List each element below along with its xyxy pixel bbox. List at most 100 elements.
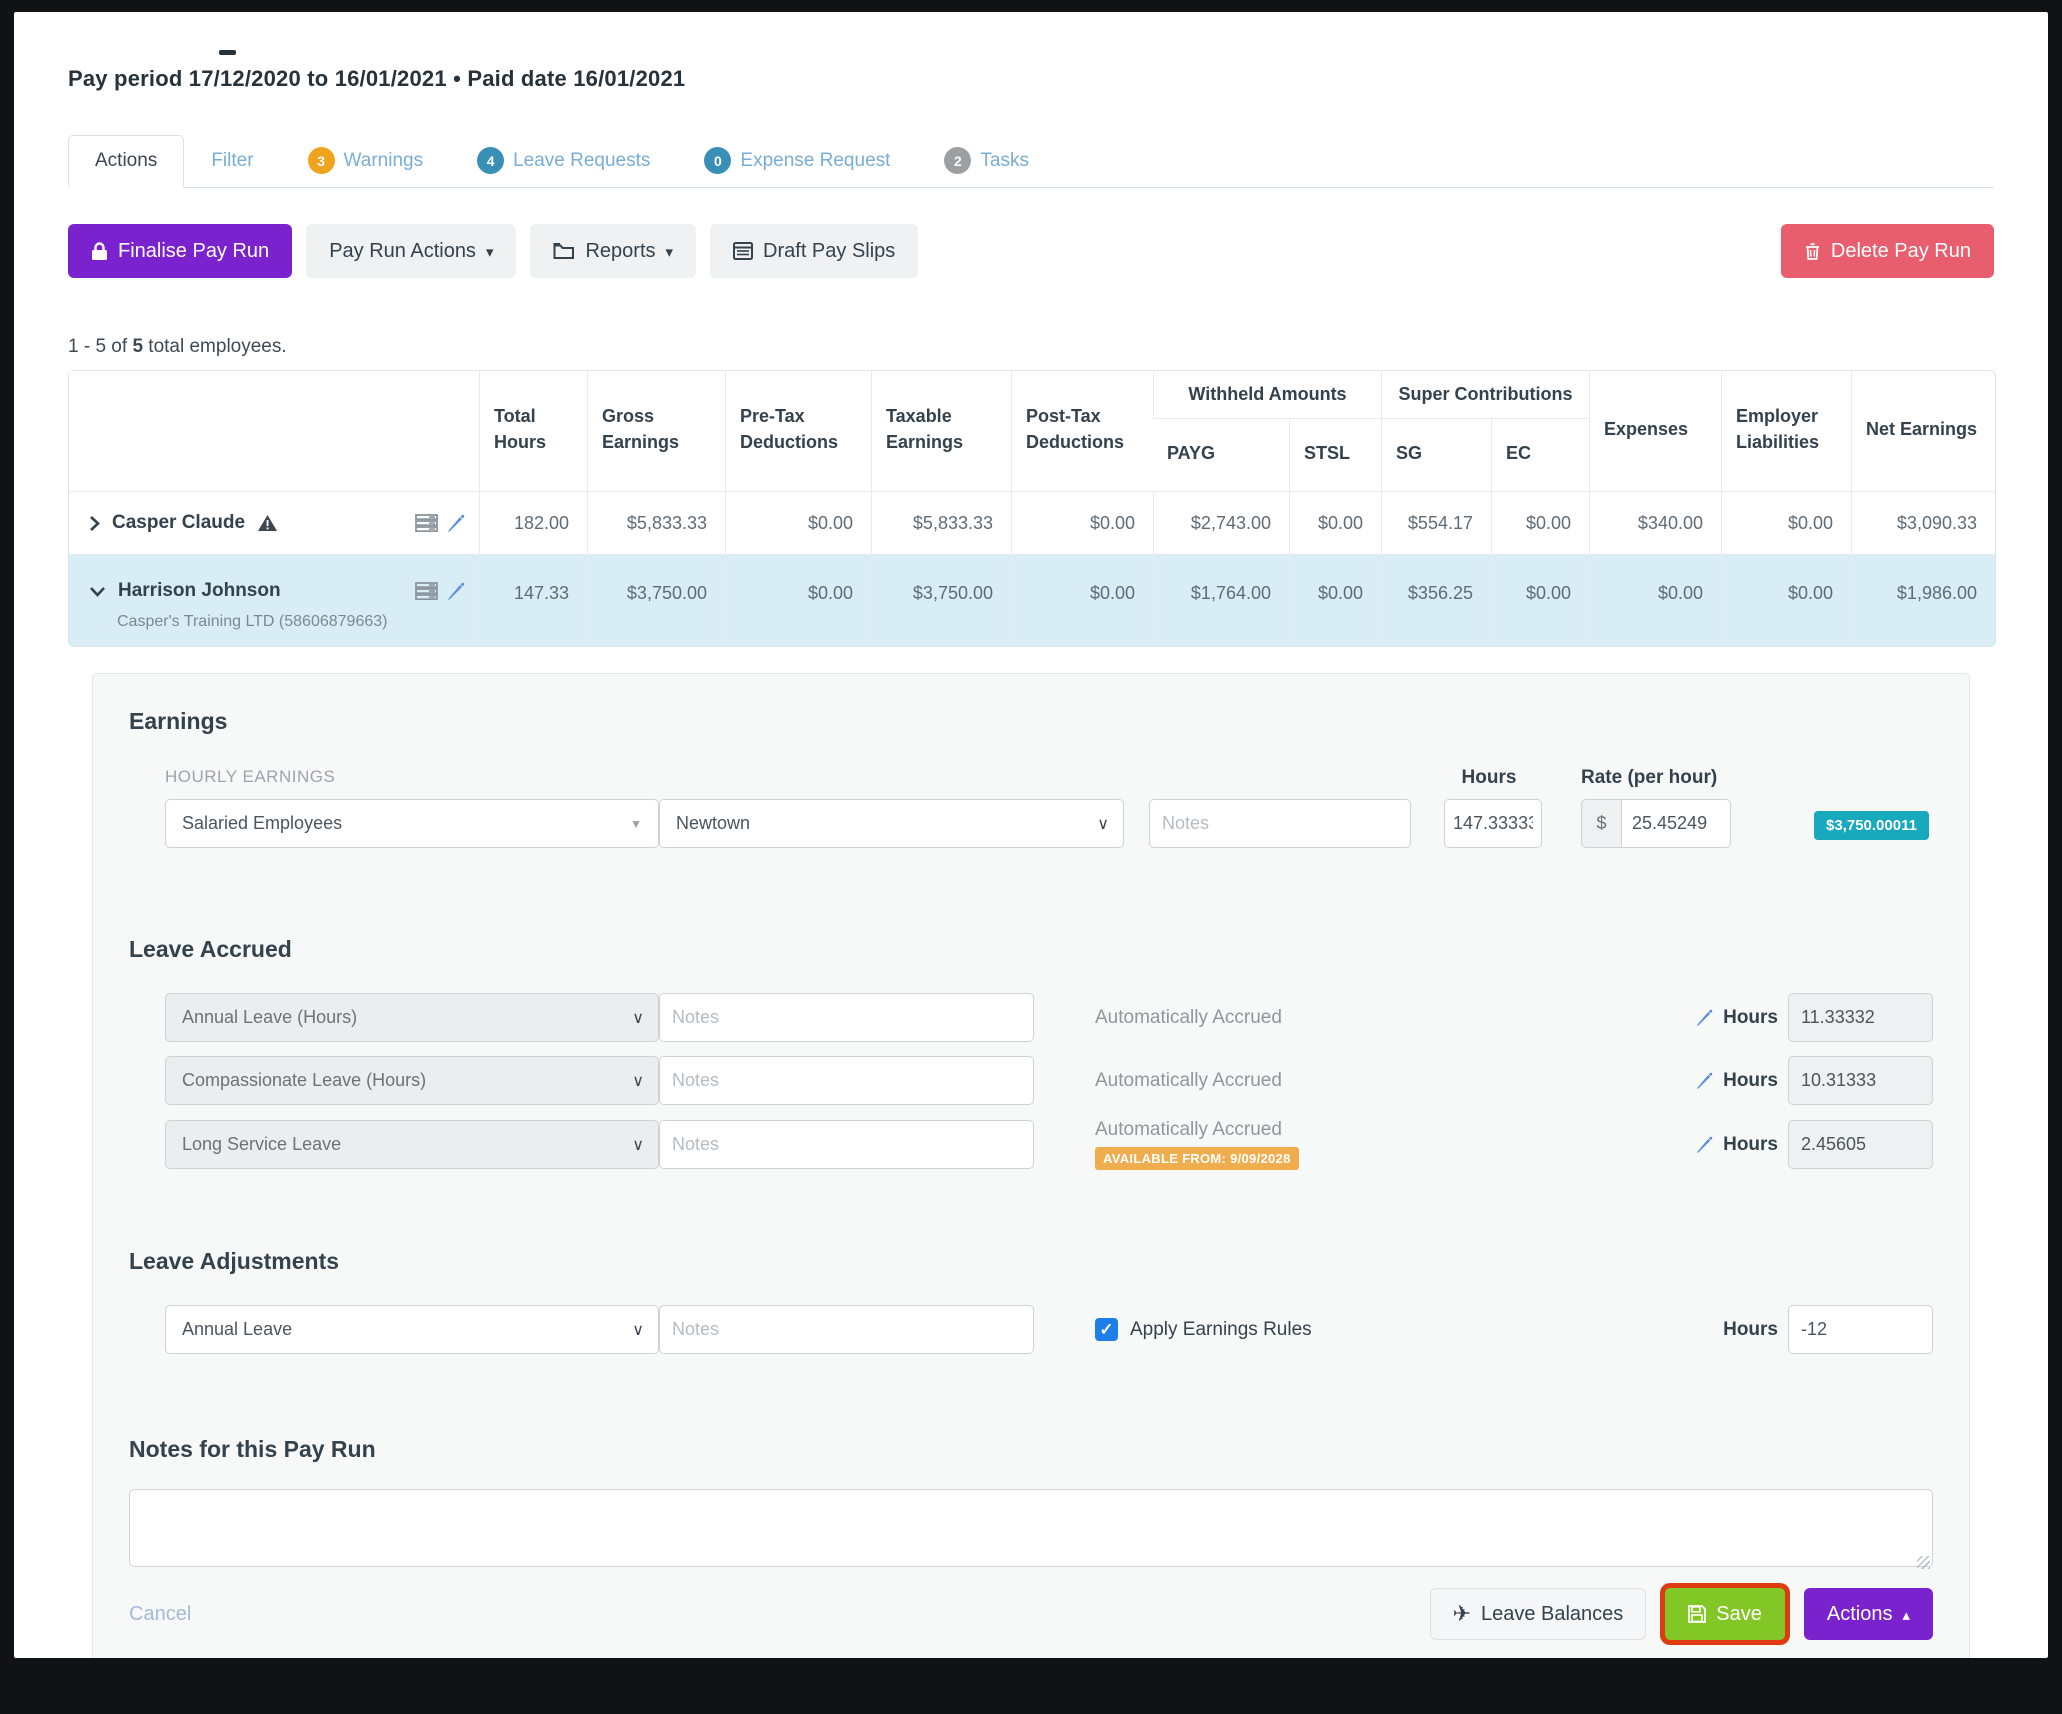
group-withheld-amounts: Withheld Amounts [1153,371,1381,419]
actions-button[interactable]: Actions ▴ [1804,1588,1933,1640]
save-button[interactable]: Save [1665,1588,1785,1640]
earnings-rate-input[interactable] [1621,799,1731,848]
adjustment-hours-input[interactable] [1788,1305,1933,1354]
tab-leave-requests[interactable]: 4 Leave Requests [450,134,677,187]
edit-pencil-icon[interactable] [1695,1136,1713,1154]
cell-sg: $356.25 [1381,554,1491,646]
airplane-icon: ✈ [1453,1601,1471,1627]
pay-category-select[interactable]: Salaried Employees ▼ [165,799,659,848]
col-taxable-earnings: Taxable Earnings [871,371,1011,491]
leave-type-select[interactable]: Compassionate Leave (Hours) ∨ [165,1056,659,1105]
cell-expenses: $340.00 [1589,491,1721,554]
edit-pencil-icon[interactable] [1695,1009,1713,1027]
tab-warnings[interactable]: 3 Warnings [281,134,451,187]
finalise-label: Finalise Pay Run [118,240,269,263]
adjustment-leave-type-select[interactable]: Annual Leave ∨ [165,1305,659,1354]
leave-balances-button[interactable]: ✈ Leave Balances [1430,1588,1647,1640]
hours-label: Hours [1723,1007,1778,1029]
cell-taxable: $5,833.33 [871,491,1011,554]
table-row-harrison-johnson[interactable]: Harrison Johnson Casper's Training LTD (… [69,554,1995,646]
resize-handle[interactable] [1917,1556,1930,1569]
edit-pencil-icon[interactable] [446,582,465,601]
cell-gross: $5,833.33 [587,491,725,554]
cell-ec: $0.00 [1491,491,1589,554]
apply-earnings-rules-label: Apply Earnings Rules [1130,1319,1312,1341]
pay-run-actions-button[interactable]: Pay Run Actions ▾ [306,224,516,278]
location-select[interactable]: Newtown ∨ [659,799,1124,848]
col-ec: EC [1491,419,1589,491]
summary-suffix: total employees. [148,336,286,357]
tasks-count-badge: 2 [944,147,971,174]
group-super-contributions: Super Contributions [1381,371,1589,419]
leave-adjustments-title: Leave Adjustments [129,1248,1933,1275]
leave-accrued-title: Leave Accrued [129,936,1933,963]
chevron-down-icon: ∨ [632,1008,644,1028]
pay-run-page: Pay period 17/12/2020 to 16/01/2021 • Pa… [14,12,2048,1658]
tab-actions[interactable]: Actions [68,135,184,188]
tab-expense-request[interactable]: 0 Expense Request [677,134,917,187]
chevron-down-icon[interactable] [89,586,106,597]
edit-pencil-icon[interactable] [446,514,465,533]
finalise-pay-run-button[interactable]: Finalise Pay Run [68,224,292,278]
tab-filter[interactable]: Filter [184,134,280,187]
caret-up-icon: ▴ [1902,1608,1910,1623]
accrual-status: Automatically Accrued [1095,1007,1591,1029]
rate-column-label: Rate (per hour) [1549,767,1744,789]
tab-tasks[interactable]: 2 Tasks [917,134,1056,187]
accrued-hours-input[interactable] [1788,1056,1933,1105]
employee-name[interactable]: Harrison Johnson [118,580,281,602]
tab-label: Tasks [980,150,1029,172]
pay-run-notes-section: Notes for this Pay Run [129,1436,1933,1572]
pay-details-icon[interactable] [415,514,438,532]
delete-pay-run-button[interactable]: Delete Pay Run [1781,224,1994,278]
chevron-down-icon: ∨ [632,1071,644,1091]
apply-earnings-rules-checkbox[interactable]: ✓ [1095,1318,1118,1341]
leave-notes-input[interactable] [659,1056,1034,1105]
notes-title: Notes for this Pay Run [129,1436,1933,1463]
leave-notes-input[interactable] [659,1120,1034,1169]
pay-category-value: Salaried Employees [182,813,342,834]
pay-details-icon[interactable] [415,582,438,600]
employee-table: Total Hours Gross Earnings Pre-Tax Deduc… [68,370,1996,647]
lock-icon [91,242,108,261]
leave-requests-count-badge: 4 [477,147,504,174]
col-sg: SG [1381,419,1491,491]
accrued-hours-input[interactable] [1788,993,1933,1042]
chevron-right-icon[interactable] [89,515,100,532]
earnings-total-badge: $3,750.00011 [1814,811,1929,840]
adjustment-notes-input[interactable] [659,1305,1034,1354]
employee-column-header [69,371,479,491]
cell-pretax: $0.00 [725,554,871,646]
reports-button[interactable]: Reports ▾ [530,224,696,278]
leave-notes-input[interactable] [659,993,1034,1042]
accrued-hours-input[interactable] [1788,1120,1933,1169]
edit-pencil-icon[interactable] [1695,1072,1713,1090]
tab-label: Warnings [344,150,424,172]
detail-footer: Cancel ✈ Leave Balances Save Actions ▴ [129,1588,1933,1640]
earnings-notes-input[interactable] [1149,799,1411,848]
employee-company: Casper's Training LTD (58606879663) [117,613,465,631]
summary-prefix: 1 - 5 of [68,336,127,357]
cell-pretax: $0.00 [725,491,871,554]
table-row-casper-claude[interactable]: Casper Claude 182.00 $5,833.33 [69,491,1995,554]
leave-type-select[interactable]: Long Service Leave ∨ [165,1120,659,1169]
pay-run-notes-textarea[interactable] [129,1489,1933,1567]
hours-column-label: Hours [1429,767,1549,789]
leave-balances-label: Leave Balances [1481,1603,1623,1626]
employee-name[interactable]: Casper Claude [112,512,245,534]
hours-label: Hours [1723,1134,1778,1156]
caret-down-icon: ▾ [486,245,494,260]
col-payg: PAYG [1153,419,1289,491]
col-employer-liabilities: Employer Liabilities [1721,371,1851,491]
tab-label: Leave Requests [513,150,650,172]
leave-type-select[interactable]: Annual Leave (Hours) ∨ [165,993,659,1042]
earnings-hours-input[interactable] [1444,799,1542,848]
tab-label: Expense Request [740,150,890,172]
col-stsl: STSL [1289,419,1381,491]
chevron-down-icon: ∨ [632,1135,644,1155]
draft-pay-slips-button[interactable]: Draft Pay Slips [710,224,918,278]
tab-bar: Actions Filter 3 Warnings 4 Leave Reques… [68,134,1994,188]
cancel-link[interactable]: Cancel [129,1603,191,1626]
hours-label: Hours [1723,1070,1778,1092]
adjustment-leave-type-value: Annual Leave [182,1319,292,1340]
